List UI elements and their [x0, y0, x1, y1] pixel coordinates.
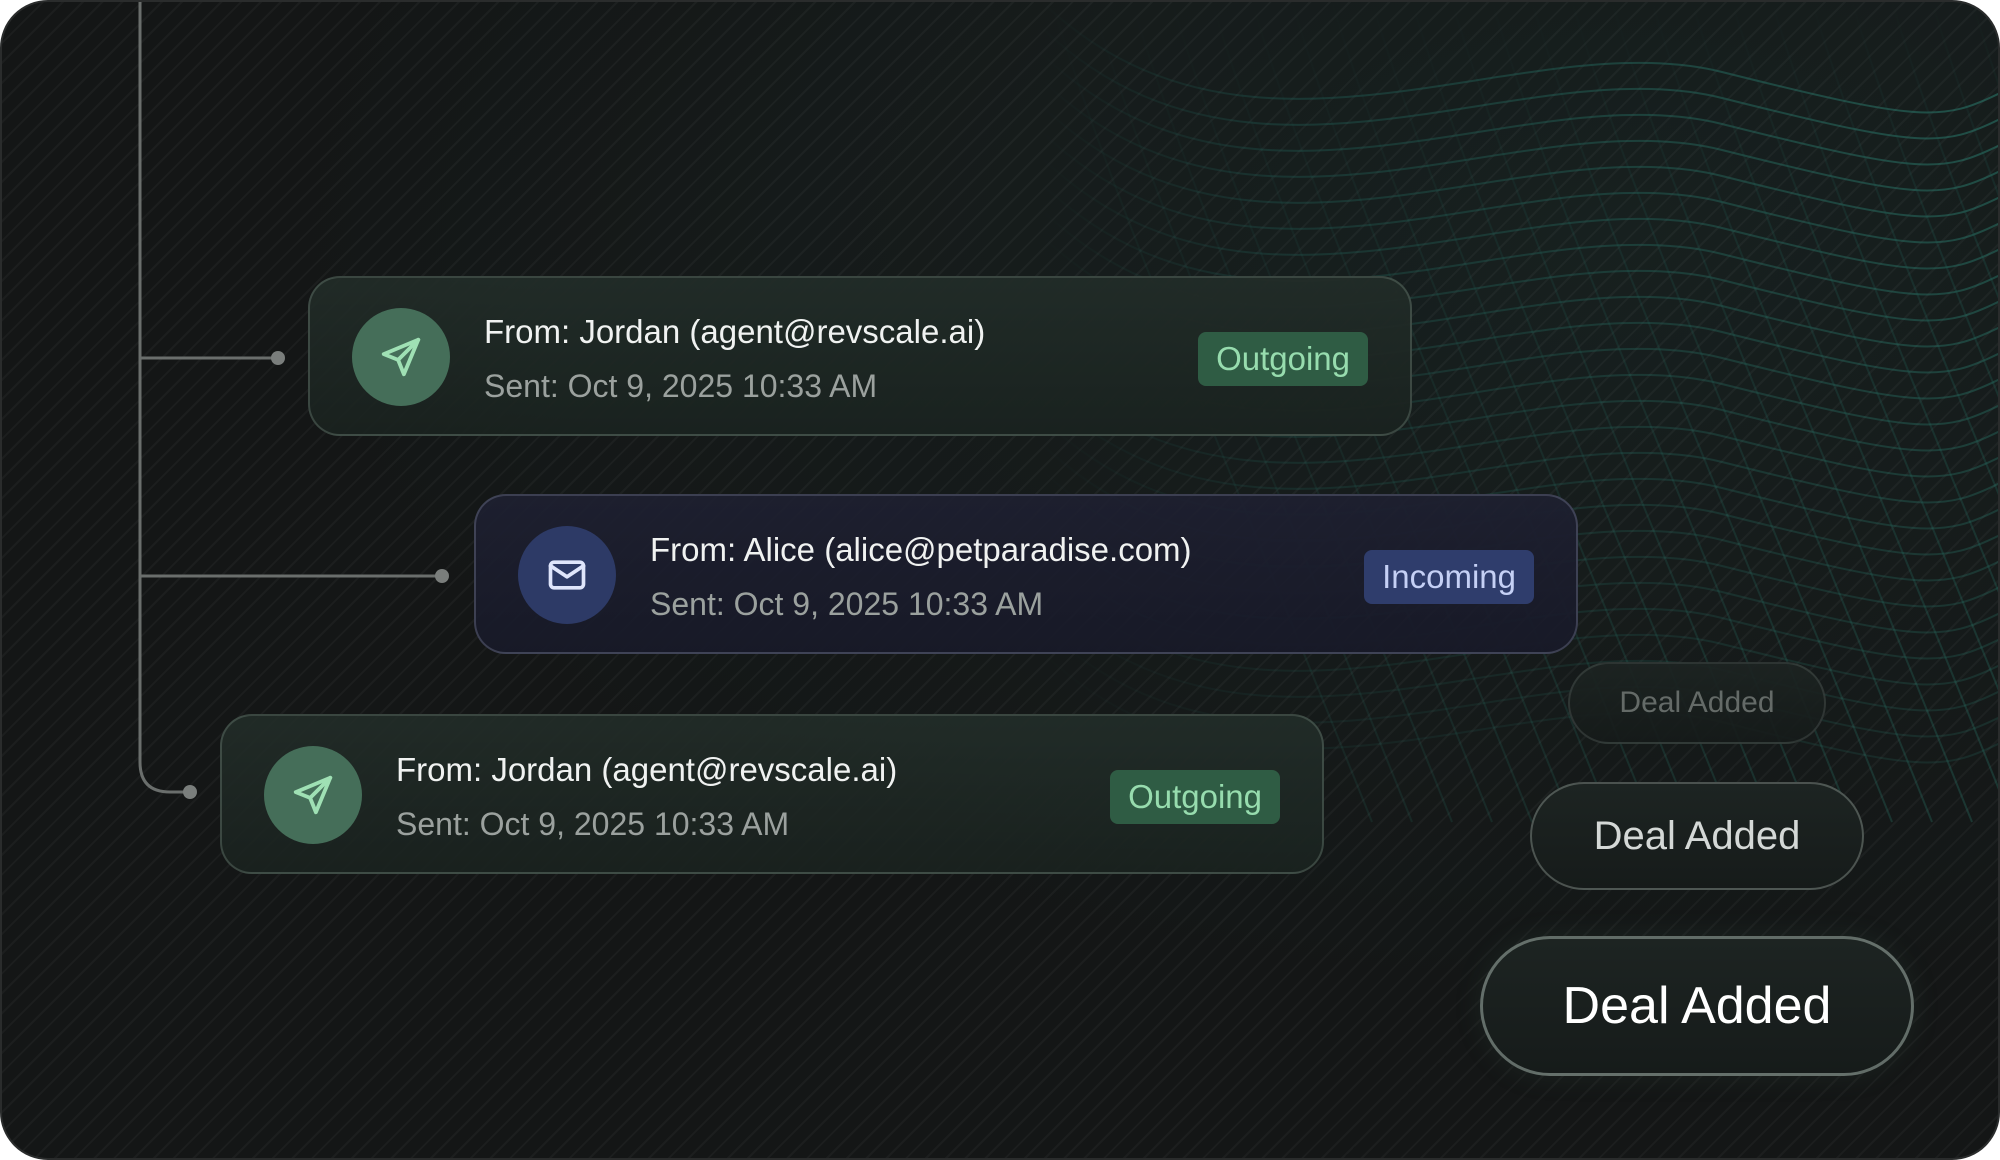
email-sender: From: Jordan (agent@revscale.ai) — [484, 313, 986, 350]
paper-plane-icon — [352, 308, 450, 406]
email-card-outgoing[interactable]: From: Jordan (agent@revscale.ai) Sent: O… — [220, 714, 1324, 874]
email-meta: From: Jordan (agent@revscale.ai) Sent: O… — [396, 748, 897, 846]
status-badge: Incoming — [1364, 550, 1534, 604]
email-card-incoming[interactable]: From: Alice (alice@petparadise.com) Sent… — [474, 494, 1578, 654]
canvas-frame: From: Jordan (agent@revscale.ai) Sent: O… — [0, 0, 2000, 1160]
deal-added-button-medium[interactable]: Deal Added — [1530, 782, 1864, 890]
email-sender: From: Jordan (agent@revscale.ai) — [396, 751, 898, 788]
paper-plane-icon — [264, 746, 362, 844]
mail-icon — [518, 526, 616, 624]
email-timestamp: Sent: Oct 9, 2025 10:33 AM — [650, 586, 1044, 622]
email-card-outgoing[interactable]: From: Jordan (agent@revscale.ai) Sent: O… — [308, 276, 1412, 436]
email-timestamp: Sent: Oct 9, 2025 10:33 AM — [396, 806, 790, 842]
email-meta: From: Jordan (agent@revscale.ai) Sent: O… — [484, 310, 985, 408]
email-timestamp: Sent: Oct 9, 2025 10:33 AM — [484, 368, 878, 404]
status-badge: Outgoing — [1198, 332, 1368, 386]
status-badge: Outgoing — [1110, 770, 1280, 824]
deal-added-button-large[interactable]: Deal Added — [1480, 936, 1914, 1076]
email-sender: From: Alice (alice@petparadise.com) — [650, 531, 1192, 568]
email-meta: From: Alice (alice@petparadise.com) Sent… — [650, 528, 1192, 626]
deal-added-button-small[interactable]: Deal Added — [1568, 662, 1826, 744]
